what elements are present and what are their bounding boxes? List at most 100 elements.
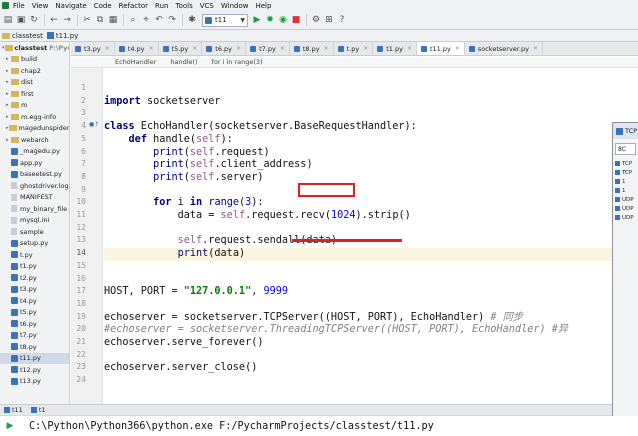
code-line[interactable]	[104, 350, 612, 363]
sync-icon[interactable]: ↻	[28, 14, 40, 26]
tree-item[interactable]: setup.py	[0, 238, 69, 250]
code-line[interactable]: class EchoHandler(socketserver.BaseReque…	[104, 121, 612, 134]
editor-tab[interactable]: t8.py ×	[289, 42, 334, 55]
tree-item[interactable]: t4.py	[0, 295, 69, 307]
tree-root-project[interactable]: ▾classtestF:\Pycharm	[0, 42, 69, 54]
code-line[interactable]: import socketserver	[104, 96, 612, 109]
code-line[interactable]: echoserver.serve_forever()	[104, 337, 612, 350]
editor-tab[interactable]: socketserver.py ×	[464, 42, 543, 55]
tree-item[interactable]: ▸ chap2	[0, 65, 69, 77]
menu-code[interactable]: Code	[94, 2, 112, 10]
code-line[interactable]: #echoserver = socketserver.ThreadingTCPS…	[104, 324, 612, 337]
run-tab-t1[interactable]: t1	[30, 406, 46, 414]
editor-tab[interactable]: t7.py ×	[246, 42, 290, 55]
code-line[interactable]: print(self.server)	[104, 172, 612, 185]
connection-row[interactable]: TCP	[613, 168, 638, 177]
tree-item[interactable]: t8.py	[0, 341, 69, 353]
editor-tab[interactable]: t.py ×	[333, 42, 374, 55]
connection-row[interactable]: 1	[613, 177, 638, 186]
menu-tools[interactable]: Tools	[175, 2, 192, 10]
build-icon[interactable]: ✱	[186, 14, 198, 26]
run-icon[interactable]: ▶	[251, 14, 263, 26]
forward-icon[interactable]: →	[61, 14, 73, 26]
menu-view[interactable]: View	[32, 2, 49, 10]
connection-row[interactable]: 1	[613, 186, 638, 195]
code-line[interactable]	[104, 299, 612, 312]
editor-tab[interactable]: t11.py ×	[416, 42, 465, 55]
editor-tab[interactable]: t4.py ×	[114, 42, 159, 55]
copy-icon[interactable]: ⧉	[94, 14, 106, 26]
close-icon[interactable]: ×	[324, 45, 329, 52]
tree-item[interactable]: baseetest.py	[0, 169, 69, 181]
menu-vcs[interactable]: VCS	[200, 2, 214, 10]
tree-item[interactable]: ▸ build	[0, 54, 69, 66]
code-line[interactable]	[104, 108, 612, 121]
menu-file[interactable]: File	[13, 2, 25, 10]
code-line[interactable]	[104, 261, 612, 274]
paste-icon[interactable]: ▦	[107, 14, 119, 26]
tree-item[interactable]: ▸ dist	[0, 77, 69, 89]
back-icon[interactable]: ←	[48, 14, 60, 26]
tree-item[interactable]: t3.py	[0, 284, 69, 296]
editor-gutter[interactable]: ●↑ 1 2 3 4 5 6 7 8 9 10 11 12 13 14 15 16 17 18 19 20 21 22 23…	[71, 68, 103, 404]
code-line[interactable]: print(self.client_address)	[104, 159, 612, 172]
rerun-icon[interactable]: ▶	[4, 420, 16, 432]
find-icon[interactable]: ⌕	[127, 14, 139, 26]
nav-crumb-file[interactable]: t11.py	[46, 32, 78, 40]
tree-item[interactable]: _magedu.py	[0, 146, 69, 158]
help-icon[interactable]: ?	[336, 14, 348, 26]
run-console[interactable]: ▶ C:\Python\Python366\python.exe F:/Pych…	[0, 415, 638, 436]
tree-item[interactable]: t.py	[0, 249, 69, 261]
code-line[interactable]: echoserver.server_close()	[104, 362, 612, 375]
undo-icon[interactable]: ↶	[153, 14, 165, 26]
nav-crumb-project[interactable]: classtest	[2, 32, 43, 40]
open-folder-icon[interactable]: ▤	[2, 14, 14, 26]
redo-icon[interactable]: ↷	[166, 14, 178, 26]
tree-item[interactable]: sample	[0, 226, 69, 238]
code-editor[interactable]: echoserver.server_close() echoserver.serv…	[104, 68, 612, 404]
tree-item[interactable]: ▸ webarch	[0, 134, 69, 146]
menu-run[interactable]: Run	[155, 2, 168, 10]
connection-row[interactable]: UDP	[613, 213, 638, 222]
connection-row[interactable]: UDP	[613, 204, 638, 213]
debug-icon[interactable]: ✹	[264, 14, 276, 26]
tree-item[interactable]: t13.py	[0, 376, 69, 388]
tree-item[interactable]: ▸ m	[0, 100, 69, 112]
close-icon[interactable]: ×	[280, 45, 285, 52]
replace-icon[interactable]: ⌖	[140, 14, 152, 26]
tree-item[interactable]: app.py	[0, 157, 69, 169]
close-icon[interactable]: ×	[533, 45, 538, 52]
close-icon[interactable]: ×	[149, 45, 154, 52]
code-line[interactable]	[104, 274, 612, 287]
tree-item[interactable]: t11.py	[0, 352, 69, 364]
code-line[interactable]	[104, 375, 612, 388]
menu-window[interactable]: Window	[221, 2, 249, 10]
menu-navigate[interactable]: Navigate	[55, 2, 86, 10]
code-line[interactable]	[104, 185, 612, 198]
floating-window-title[interactable]: TCP	[613, 123, 638, 139]
close-icon[interactable]: ×	[455, 45, 460, 52]
code-line[interactable]: print(self.request)	[104, 147, 612, 160]
override-marker-icon[interactable]: ●↑	[89, 121, 99, 128]
code-line[interactable]: for i in range(3):	[104, 197, 612, 210]
code-line[interactable]	[104, 83, 612, 96]
breadcrumb-method[interactable]: handle()	[170, 58, 197, 66]
tree-item[interactable]: t2.py	[0, 272, 69, 284]
close-icon[interactable]: ×	[105, 45, 110, 52]
tree-item[interactable]: MANIFEST	[0, 192, 69, 204]
run-config-select[interactable]: t11 ▼	[202, 13, 248, 27]
tree-item[interactable]: t6.py	[0, 318, 69, 330]
code-line[interactable]: print(data)	[104, 248, 612, 261]
editor-tab[interactable]: t3.py ×	[71, 42, 115, 55]
close-icon[interactable]: ×	[363, 45, 368, 52]
floating-window[interactable]: TCP 8C TCP TCP 1 1 UDP UDP UDP	[612, 122, 638, 416]
close-icon[interactable]: ×	[236, 45, 241, 52]
code-line[interactable]	[104, 223, 612, 236]
tree-item[interactable]: mysql.ini	[0, 215, 69, 227]
code-line[interactable]: HOST, PORT = "127.0.0.1", 9999	[104, 286, 612, 299]
floating-window-button[interactable]: 8C	[615, 143, 636, 155]
tree-item[interactable]: ▸ magedunspider	[0, 123, 69, 135]
close-icon[interactable]: ×	[192, 45, 197, 52]
breadcrumb-loop[interactable]: for i in range(3)	[212, 58, 263, 66]
tree-item[interactable]: t7.py	[0, 330, 69, 342]
